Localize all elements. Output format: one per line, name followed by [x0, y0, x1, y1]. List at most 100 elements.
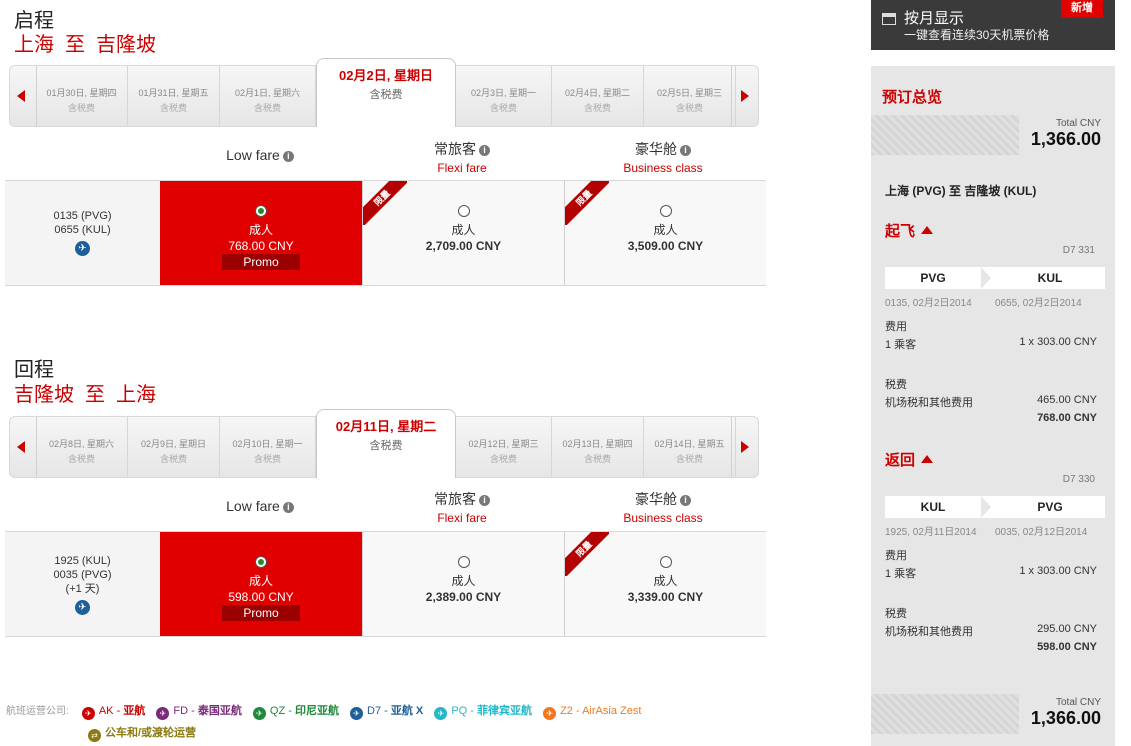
operator-d7: ✈ D7 - 亚航 X: [350, 705, 424, 720]
low-fare-option[interactable]: 成人 768.00 CNY Promo: [160, 181, 362, 285]
return-route: 吉隆坡 至 上海: [14, 384, 156, 406]
info-icon[interactable]: i: [479, 145, 490, 156]
fare-radio[interactable]: [659, 556, 672, 568]
fare-radio[interactable]: [659, 205, 672, 217]
flight-info: 1925 (KUL) 0035 (PVG) (+1 天) ✈: [5, 532, 160, 636]
date-tax-note: 含税费: [253, 454, 281, 464]
business-fare-option[interactable]: 限量 成人 3,339.00 CNY: [564, 532, 766, 636]
flexi-fare-option[interactable]: 限量 成人 2,709.00 CNY: [362, 181, 564, 285]
info-icon[interactable]: i: [479, 495, 490, 506]
fare-radio[interactable]: [255, 556, 267, 568]
bottom-total-box: Total CNY 1,366.00: [871, 694, 1115, 734]
return-date-option[interactable]: 02月13日, 星期四 含税费: [552, 417, 644, 477]
return-date-option[interactable]: 02月9日, 星期日 含税费: [128, 417, 220, 477]
date-label: 02月13日, 星期四: [562, 439, 633, 449]
departure-time: 1925 (KUL): [54, 555, 111, 567]
info-icon[interactable]: i: [282, 502, 294, 513]
depart-route: 上海 至 吉隆坡: [14, 34, 156, 56]
date-tax-note: 含税费: [369, 89, 403, 101]
info-icon[interactable]: i: [680, 495, 691, 506]
total-label: Total CNY: [1055, 697, 1101, 708]
destination-code: KUL: [1037, 271, 1063, 285]
date-tax-note: 含税费: [583, 454, 611, 464]
monthly-view-subtitle: 一键查看连续30天机票价格: [904, 28, 1050, 42]
operator-name: 亚航 X: [390, 705, 424, 717]
flexi-fare-header: 常旅客 i Flexi fare: [362, 139, 562, 175]
operator-code: FD: [173, 705, 189, 717]
flight-number: D7 331: [1062, 245, 1095, 256]
fare-price: 2,709.00 CNY: [425, 239, 502, 253]
airasia-x-plane-icon: ✈: [350, 707, 364, 720]
operator-code: AK: [98, 705, 114, 717]
operator-bus: ⇄ 公车和/或渡轮运营: [88, 724, 196, 742]
flexi-fare-option[interactable]: 成人 2,389.00 CNY: [362, 532, 564, 636]
airasia-x-plane-icon[interactable]: ✈: [75, 600, 90, 615]
return-date-option[interactable]: 02月10日, 星期一 含税费: [220, 417, 316, 477]
business-fare-option[interactable]: 限量 成人 3,509.00 CNY: [564, 181, 766, 285]
operator-qz: ✈ QZ - 印尼亚航: [252, 705, 339, 720]
zest-plane-icon: ✈: [543, 707, 557, 720]
return-date-option[interactable]: 02月14日, 星期五 含税费: [644, 417, 736, 477]
date-tax-note: 含税费: [369, 440, 403, 452]
date-label: 02月4日, 星期二: [564, 88, 631, 98]
passenger-fare: 1 x 303.00 CNY: [1019, 336, 1097, 348]
depart-next-date-arrow[interactable]: [731, 66, 758, 126]
depart-prev-date-arrow[interactable]: [10, 66, 37, 126]
depart-date-option[interactable]: 02月1日, 星期六 含税费: [220, 66, 316, 126]
inbound-section-toggle[interactable]: 返回: [885, 449, 934, 470]
chevron-right-icon: [741, 441, 749, 453]
date-tax-note: 含税费: [489, 454, 517, 464]
fare-header-label: 豪华舱: [635, 491, 677, 507]
operator-fd: ✈ FD - 泰国亚航: [156, 705, 242, 720]
outbound-section-toggle[interactable]: 起飞: [885, 220, 934, 241]
tax-amount: 465.00 CNY: [1037, 394, 1097, 406]
passenger-type: 成人: [451, 574, 476, 588]
fare-radio[interactable]: [457, 205, 470, 217]
date-tax-note: 含税费: [489, 103, 517, 113]
low-fare-option[interactable]: 成人 598.00 CNY Promo: [160, 532, 362, 636]
leg-subtotal: 598.00 CNY: [1037, 641, 1097, 653]
ribbon-label: 限量: [363, 181, 407, 225]
date-label: 02月12日, 星期三: [468, 439, 539, 449]
origin-code: PVG: [920, 271, 946, 285]
new-badge: 新增: [1061, 0, 1103, 18]
info-icon[interactable]: i: [282, 151, 294, 162]
philippines-airasia-plane-icon: ✈: [434, 707, 448, 720]
return-date-option[interactable]: 02月12日, 星期三 含税费: [456, 417, 552, 477]
return-date-option[interactable]: 02月8日, 星期六 含税费: [36, 417, 128, 477]
selected-date-label: 02月11日, 星期二: [335, 419, 437, 434]
departure-datetime: 0135, 02月2日2014: [885, 298, 972, 309]
date-tax-note: 含税费: [67, 454, 95, 464]
segment-arrow-icon: [981, 267, 991, 289]
departure-time: 0135 (PVG): [53, 210, 112, 222]
return-selected-date[interactable]: 02月11日, 星期二 含税费: [316, 409, 456, 478]
fare-price: 2,389.00 CNY: [425, 590, 502, 604]
depart-selected-date[interactable]: 02月2日, 星期日 含税费: [316, 58, 456, 127]
ribbon-label: 限量: [565, 532, 609, 576]
tax-item: 机场税和其他费用: [885, 397, 973, 409]
depart-fare-row: 0135 (PVG) 0655 (KUL) ✈ 成人 768.00 CNY Pro…: [5, 180, 766, 286]
depart-date-option[interactable]: 02月4日, 星期二 含税费: [552, 66, 644, 126]
airasia-x-plane-icon[interactable]: ✈: [75, 241, 90, 256]
depart-date-option[interactable]: 01月31日, 星期五 含税费: [128, 66, 220, 126]
return-prev-date-arrow[interactable]: [10, 417, 37, 477]
fare-label: 费用: [885, 550, 907, 562]
fare-price: 3,339.00 CNY: [627, 590, 704, 604]
section-heading: 返回: [885, 452, 916, 469]
return-next-date-arrow[interactable]: [731, 417, 758, 477]
summary-heading: 预订总览: [882, 89, 943, 106]
operator-name: 印尼亚航: [294, 705, 339, 717]
ribbon-label: 限量: [565, 181, 609, 225]
monthly-view-banner[interactable]: 按月显示 一键查看连续30天机票价格 新增: [871, 0, 1115, 50]
indonesia-airasia-plane-icon: ✈: [252, 707, 266, 720]
fare-price: 768.00 CNY: [228, 239, 294, 253]
info-icon[interactable]: i: [680, 145, 691, 156]
depart-date-option[interactable]: 01月30日, 星期四 含税费: [36, 66, 128, 126]
depart-date-option[interactable]: 02月5日, 星期三 含税费: [644, 66, 736, 126]
fare-radio[interactable]: [255, 205, 267, 217]
depart-date-option[interactable]: 02月3日, 星期一 含税费: [456, 66, 552, 126]
fare-header-label: 豪华舱: [635, 141, 677, 157]
total-amount: 1,366.00: [1030, 129, 1101, 149]
fare-radio[interactable]: [457, 556, 470, 568]
operators-legend: 航班运营公司: ✈ AK - 亚航 ✈ FD - 泰国亚航 ✈ QZ - 印尼亚航 ✈…: [6, 702, 641, 720]
